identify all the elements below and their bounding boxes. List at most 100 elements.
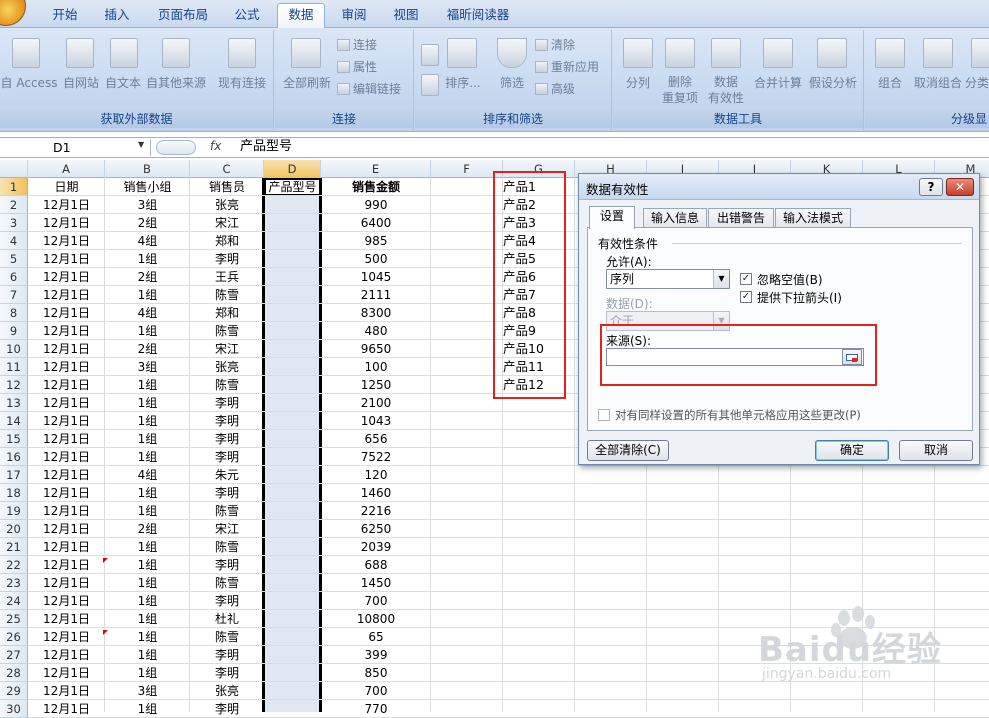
salesperson-cell[interactable]: 宋江 bbox=[190, 340, 264, 358]
amount-cell[interactable]: 2100 bbox=[321, 394, 431, 412]
amount-cell[interactable]: 1450 bbox=[321, 574, 431, 592]
row-header[interactable]: 5 bbox=[0, 250, 28, 268]
amount-cell[interactable]: 1460 bbox=[321, 484, 431, 502]
group-cell[interactable]: 1组 bbox=[105, 556, 190, 574]
from-web-button[interactable]: 自网站 bbox=[60, 74, 102, 91]
tab-error-alert[interactable]: 出错警告 bbox=[708, 208, 774, 228]
amount-cell[interactable]: 1043 bbox=[321, 412, 431, 430]
amount-cell[interactable]: 8300 bbox=[321, 304, 431, 322]
from-access-button[interactable]: 自 Access bbox=[0, 74, 58, 91]
amount-cell[interactable]: 6400 bbox=[321, 214, 431, 232]
ok-button[interactable]: 确定 bbox=[815, 440, 889, 461]
formula-input[interactable]: 产品型号 bbox=[240, 138, 292, 156]
date-cell[interactable]: 12月1日 bbox=[28, 574, 105, 592]
group-cell[interactable]: 1组 bbox=[105, 574, 190, 592]
row-header[interactable]: 11 bbox=[0, 358, 28, 376]
row-header[interactable]: 12 bbox=[0, 376, 28, 394]
data-validation-button[interactable]: 数据 有效性 bbox=[703, 74, 749, 106]
column-header-d[interactable]: D bbox=[264, 160, 321, 178]
group-cell[interactable]: 1组 bbox=[105, 700, 190, 718]
row-header[interactable]: 17 bbox=[0, 466, 28, 484]
group-cell[interactable]: 2组 bbox=[105, 340, 190, 358]
date-cell[interactable]: 12月1日 bbox=[28, 610, 105, 628]
date-cell[interactable]: 12月1日 bbox=[28, 232, 105, 250]
amount-cell[interactable]: 480 bbox=[321, 322, 431, 340]
advanced-button[interactable]: 高级 bbox=[535, 80, 575, 97]
group-cell[interactable]: 2组 bbox=[105, 520, 190, 538]
date-cell[interactable]: 12月1日 bbox=[28, 196, 105, 214]
group-cell[interactable]: 1组 bbox=[105, 646, 190, 664]
header-sales-group[interactable]: 销售小组 bbox=[105, 178, 190, 196]
salesperson-cell[interactable]: 朱元 bbox=[190, 466, 264, 484]
group-cell[interactable]: 1组 bbox=[105, 610, 190, 628]
date-cell[interactable]: 12月1日 bbox=[28, 214, 105, 232]
clear-button[interactable]: 清除 bbox=[535, 36, 575, 53]
row-header[interactable]: 18 bbox=[0, 484, 28, 502]
group-cell[interactable]: 4组 bbox=[105, 232, 190, 250]
salesperson-cell[interactable]: 李明 bbox=[190, 448, 264, 466]
group-cell[interactable]: 3组 bbox=[105, 196, 190, 214]
date-cell[interactable]: 12月1日 bbox=[28, 376, 105, 394]
group-cell[interactable]: 1组 bbox=[105, 394, 190, 412]
salesperson-cell[interactable]: 陈雪 bbox=[190, 628, 264, 646]
existing-connections-button[interactable]: 现有连接 bbox=[214, 74, 270, 91]
amount-cell[interactable]: 700 bbox=[321, 592, 431, 610]
salesperson-cell[interactable]: 李明 bbox=[190, 592, 264, 610]
subtotal-button[interactable]: 分类 bbox=[965, 74, 989, 91]
row-header[interactable]: 10 bbox=[0, 340, 28, 358]
date-cell[interactable]: 12月1日 bbox=[28, 250, 105, 268]
group-cell[interactable]: 1组 bbox=[105, 430, 190, 448]
row-header[interactable]: 30 bbox=[0, 700, 28, 718]
row-header[interactable]: 15 bbox=[0, 430, 28, 448]
formula-bar-expander[interactable] bbox=[156, 140, 196, 155]
date-cell[interactable]: 12月1日 bbox=[28, 268, 105, 286]
text-to-columns-button[interactable]: 分列 bbox=[617, 74, 659, 91]
salesperson-cell[interactable]: 陈雪 bbox=[190, 502, 264, 520]
consolidate-button[interactable]: 合并计算 bbox=[751, 74, 805, 91]
connections-button[interactable]: 连接 bbox=[337, 36, 377, 53]
amount-cell[interactable]: 10800 bbox=[321, 610, 431, 628]
date-cell[interactable]: 12月1日 bbox=[28, 286, 105, 304]
date-cell[interactable]: 12月1日 bbox=[28, 304, 105, 322]
amount-cell[interactable]: 700 bbox=[321, 682, 431, 700]
column-header-a[interactable]: A bbox=[28, 160, 105, 178]
header-sales-amount[interactable]: 销售金额 bbox=[321, 178, 431, 196]
date-cell[interactable]: 12月1日 bbox=[28, 556, 105, 574]
salesperson-cell[interactable]: 郑和 bbox=[190, 304, 264, 322]
sort-button[interactable]: 排序... bbox=[443, 74, 483, 91]
name-box-dropdown-icon[interactable]: ▼ bbox=[138, 140, 144, 149]
date-cell[interactable]: 12月1日 bbox=[28, 682, 105, 700]
group-cell[interactable]: 1组 bbox=[105, 628, 190, 646]
group-cell[interactable]: 1组 bbox=[105, 448, 190, 466]
salesperson-cell[interactable]: 宋江 bbox=[190, 520, 264, 538]
filter-button[interactable]: 筛选 bbox=[493, 74, 531, 91]
ungroup-button[interactable]: 取消组合 bbox=[911, 74, 965, 91]
date-cell[interactable]: 12月1日 bbox=[28, 322, 105, 340]
date-cell[interactable]: 12月1日 bbox=[28, 448, 105, 466]
amount-cell[interactable]: 1250 bbox=[321, 376, 431, 394]
edit-links-button[interactable]: 编辑链接 bbox=[337, 80, 401, 97]
group-cell[interactable]: 3组 bbox=[105, 358, 190, 376]
amount-cell[interactable]: 985 bbox=[321, 232, 431, 250]
group-cell[interactable]: 1组 bbox=[105, 286, 190, 304]
row-header[interactable]: 22 bbox=[0, 556, 28, 574]
date-cell[interactable]: 12月1日 bbox=[28, 628, 105, 646]
date-cell[interactable]: 12月1日 bbox=[28, 700, 105, 718]
salesperson-cell[interactable]: 郑和 bbox=[190, 232, 264, 250]
ignore-blank-checkbox[interactable]: ✓ bbox=[740, 273, 752, 285]
amount-cell[interactable]: 120 bbox=[321, 466, 431, 484]
date-cell[interactable]: 12月1日 bbox=[28, 646, 105, 664]
close-button[interactable]: ✕ bbox=[946, 178, 974, 196]
date-cell[interactable]: 12月1日 bbox=[28, 412, 105, 430]
row-header[interactable]: 6 bbox=[0, 268, 28, 286]
salesperson-cell[interactable]: 王兵 bbox=[190, 268, 264, 286]
group-cell[interactable]: 3组 bbox=[105, 682, 190, 700]
group-cell[interactable]: 1组 bbox=[105, 376, 190, 394]
group-button[interactable]: 组合 bbox=[869, 74, 911, 91]
select-all-corner[interactable] bbox=[0, 160, 28, 178]
row-header[interactable]: 21 bbox=[0, 538, 28, 556]
group-cell[interactable]: 1组 bbox=[105, 412, 190, 430]
group-cell[interactable]: 1组 bbox=[105, 592, 190, 610]
what-if-analysis-button[interactable]: 假设分析 bbox=[805, 74, 861, 91]
row-header[interactable]: 4 bbox=[0, 232, 28, 250]
